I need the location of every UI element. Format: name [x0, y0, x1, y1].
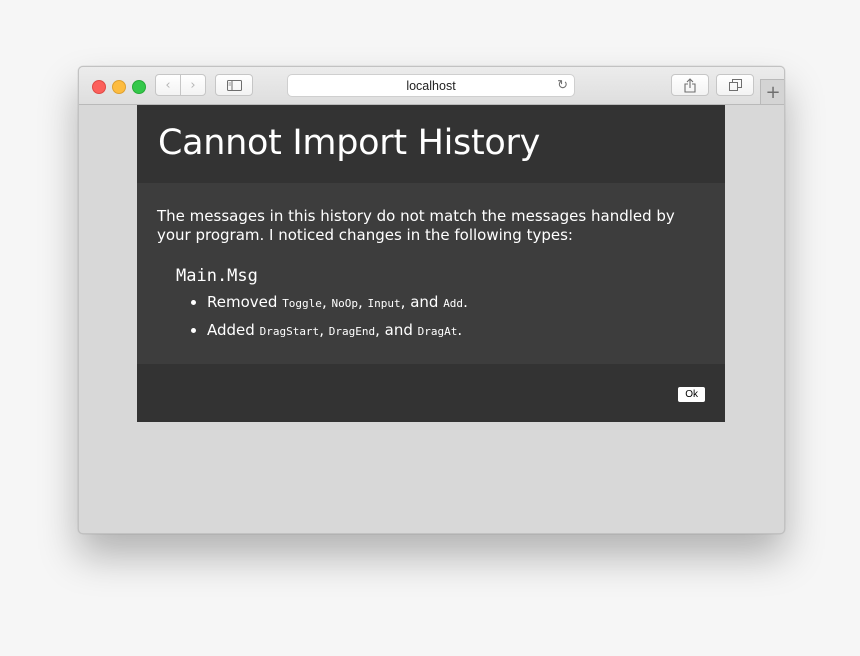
share-button[interactable] [671, 74, 709, 96]
chevron-right-icon: › [190, 77, 196, 93]
address-text: localhost [406, 78, 456, 93]
tabs-icon [728, 79, 742, 91]
address-bar[interactable]: localhost ↻ [287, 74, 575, 97]
removed-change: Removed Toggle, NoOp, Input, and Add. [207, 292, 705, 314]
type-name: Add [443, 297, 464, 310]
ok-button[interactable]: Ok [678, 387, 705, 402]
sidebar-icon [226, 79, 242, 91]
dialog-message: The messages in this history do not matc… [157, 207, 675, 244]
reload-icon[interactable]: ↻ [557, 77, 568, 93]
show-tabs-button[interactable] [716, 74, 754, 96]
type-name: DragEnd [328, 325, 376, 338]
type-name: Toggle [282, 297, 322, 310]
dialog-title: Cannot Import History [158, 123, 541, 163]
sidebar-toggle-button[interactable] [215, 74, 253, 96]
import-history-dialog: Cannot Import History The messages in th… [137, 105, 725, 422]
type-name: NoOp [331, 297, 358, 310]
module-name: Main.Msg [176, 266, 258, 286]
type-name: DragAt [417, 325, 458, 338]
dialog-footer: Ok [137, 364, 725, 422]
changes-list: Removed Toggle, NoOp, Input, and Add. Ad… [157, 292, 705, 342]
added-label: Added [207, 321, 255, 339]
type-name: DragStart [259, 325, 320, 338]
new-tab-button[interactable]: + [760, 79, 784, 104]
removed-label: Removed [207, 293, 278, 311]
zoom-window-button[interactable] [132, 80, 146, 94]
back-button[interactable]: ‹ [155, 74, 181, 96]
minimize-window-button[interactable] [112, 80, 126, 94]
added-types: DragStart, DragEnd, and DragAt. [259, 321, 463, 339]
close-window-button[interactable] [92, 80, 106, 94]
browser-toolbar: ‹ › localhost ↻ + [79, 67, 784, 105]
type-name: Input [367, 297, 401, 310]
browser-window: ‹ › localhost ↻ + Cannot Import History … [78, 66, 785, 534]
dialog-body: The messages in this history do not matc… [137, 183, 725, 364]
removed-types: Toggle, NoOp, Input, and Add. [282, 293, 468, 311]
chevron-left-icon: ‹ [165, 77, 171, 93]
forward-button[interactable]: › [180, 74, 206, 96]
plus-icon: + [765, 81, 781, 103]
added-change: Added DragStart, DragEnd, and DragAt. [207, 320, 705, 342]
page-viewport: Cannot Import History The messages in th… [79, 105, 784, 533]
share-icon [684, 77, 696, 93]
dialog-header: Cannot Import History [137, 105, 725, 183]
